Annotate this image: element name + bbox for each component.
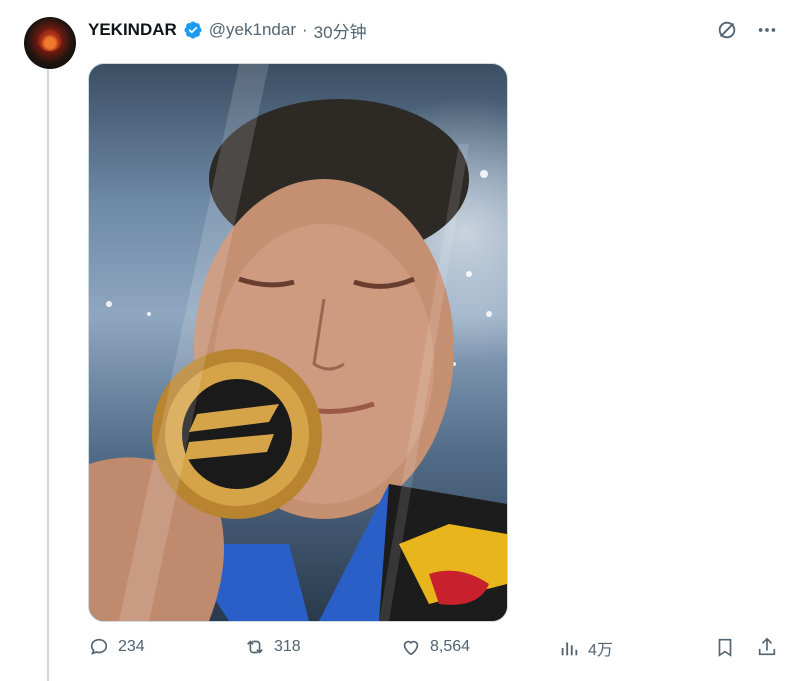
display-name[interactable]: YEKINDAR — [88, 20, 177, 40]
bookmark-icon — [718, 638, 732, 657]
share-button[interactable] — [756, 636, 778, 658]
grok-icon[interactable] — [714, 17, 740, 43]
header-actions — [714, 17, 780, 43]
separator-dot: · — [302, 20, 308, 39]
bookmark-button[interactable] — [714, 636, 736, 658]
avatar[interactable] — [24, 17, 76, 69]
verified-badge-icon — [184, 21, 202, 39]
more-icon[interactable] — [754, 17, 780, 43]
timestamp[interactable]: 30分钟 — [314, 18, 367, 43]
views-icon — [561, 642, 578, 656]
tweet-photo[interactable] — [88, 63, 508, 622]
avatar-flame-graphic — [38, 31, 62, 51]
repost-button[interactable]: 318 — [244, 636, 301, 658]
reply-icon — [90, 638, 108, 655]
repost-icon — [247, 640, 263, 654]
like-icon — [403, 640, 419, 656]
reply-count: 234 — [118, 638, 145, 655]
photo-illustration — [89, 64, 507, 621]
views-count: 4万 — [588, 642, 613, 659]
thread-line — [47, 68, 49, 681]
like-count: 8,564 — [430, 638, 471, 655]
tweet-header: YEKINDAR @yek1ndar · 30分钟 — [88, 18, 367, 42]
views-button[interactable]: 4万 — [558, 636, 613, 660]
tweet-actions: 234 318 8,564 4万 — [88, 636, 788, 666]
reply-button[interactable]: 234 — [88, 636, 145, 658]
repost-count: 318 — [274, 638, 301, 655]
user-handle[interactable]: @yek1ndar — [209, 20, 296, 40]
like-button[interactable]: 8,564 — [400, 636, 470, 658]
share-icon — [758, 637, 776, 656]
